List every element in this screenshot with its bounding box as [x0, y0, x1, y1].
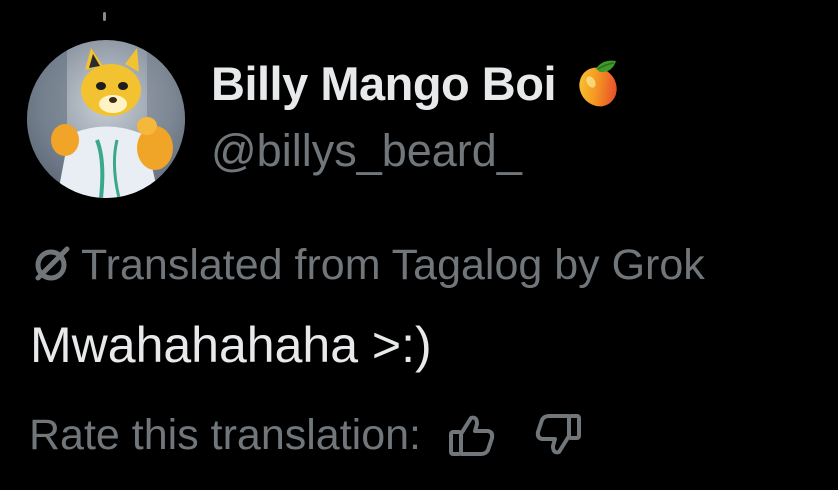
avatar-image — [27, 40, 185, 198]
user-handle[interactable]: @billys_beard_ — [211, 121, 522, 181]
top-divider-mark — [103, 12, 106, 21]
slashed-circle-icon — [29, 241, 73, 290]
thumbs-down-icon — [535, 414, 581, 455]
display-name-row: Billy Mango Boi — [211, 53, 624, 114]
translation-notice-text: Translated from Tagalog by Grok — [81, 241, 705, 289]
rate-translation-label: Rate this translation: — [29, 411, 421, 459]
thumbs-down-button[interactable] — [533, 412, 583, 458]
rate-translation-row: Rate this translation: — [29, 405, 583, 465]
mango-icon — [572, 57, 624, 114]
thumbs-up-icon — [448, 415, 495, 456]
display-name[interactable]: Billy Mango Boi — [211, 54, 557, 114]
thumbs-up-button[interactable] — [447, 412, 497, 458]
translation-notice: Translated from Tagalog by Grok — [29, 235, 705, 295]
post-text: Mwahahahaha >:) — [30, 317, 432, 373]
avatar[interactable] — [27, 40, 185, 198]
